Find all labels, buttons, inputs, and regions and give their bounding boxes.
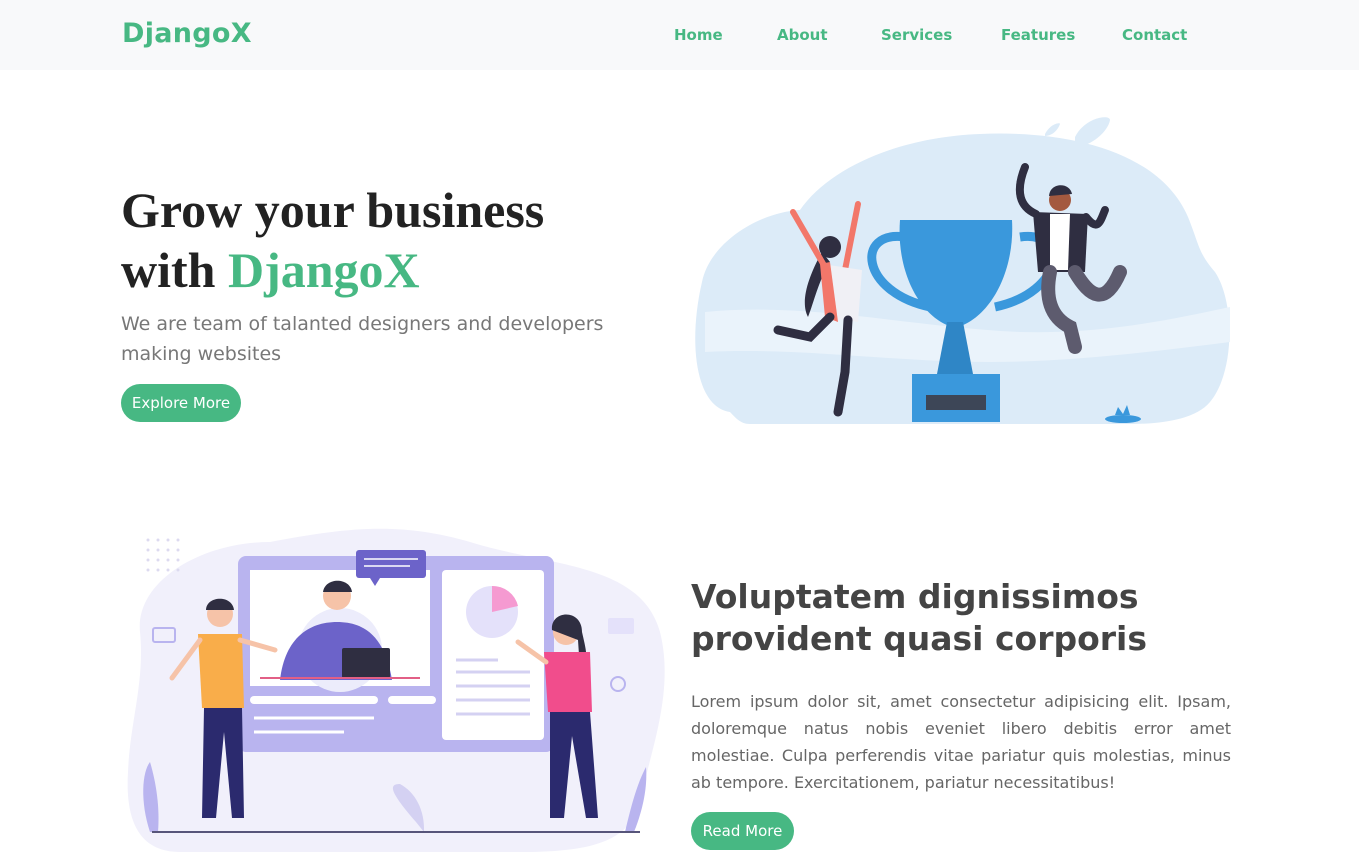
leaf-icon [1075, 117, 1110, 147]
nav-link-contact[interactable]: Contact [1122, 26, 1187, 44]
splash-icon [1105, 415, 1141, 423]
nav-link-about[interactable]: About [777, 26, 828, 44]
nav-link-features[interactable]: Features [1001, 26, 1075, 44]
team-meeting-illustration [127, 528, 665, 852]
read-more-button[interactable]: Read More [691, 812, 794, 850]
about-title: Voluptatem dignissimos provident quasi c… [691, 577, 1148, 658]
hero-subtitle: We are team of talanted designers and de… [121, 313, 604, 365]
woman-pink-shirt [544, 652, 592, 712]
trophy-plaque [926, 395, 986, 410]
about-body: Lorem ipsum dolor sit, amet consectetur … [691, 692, 1231, 792]
hero-trophy-illustration [695, 117, 1230, 424]
man-shirt [1050, 214, 1070, 270]
nav-link-home[interactable]: Home [674, 26, 723, 44]
leaf-small-icon [1045, 123, 1060, 136]
hero-title: Grow your business with DjangoX [121, 180, 641, 300]
nav-link-services[interactable]: Services [881, 26, 952, 44]
dot-grid-decoration [146, 538, 180, 572]
navbar: DjangoX Home About Services Features Con… [0, 0, 1359, 70]
man-yellow-shirt [198, 634, 244, 708]
hero-title-with: with [121, 242, 228, 298]
main-nav: Home About Services Features Contact [0, 26, 1359, 46]
explore-more-button[interactable]: Explore More [121, 384, 241, 422]
hero-title-line1: Grow your business [121, 182, 545, 238]
play-icon [608, 618, 634, 634]
chat-bubble-icon [356, 550, 426, 578]
hero-title-brand: DjangoX [227, 242, 420, 298]
laptop-icon [342, 648, 390, 678]
